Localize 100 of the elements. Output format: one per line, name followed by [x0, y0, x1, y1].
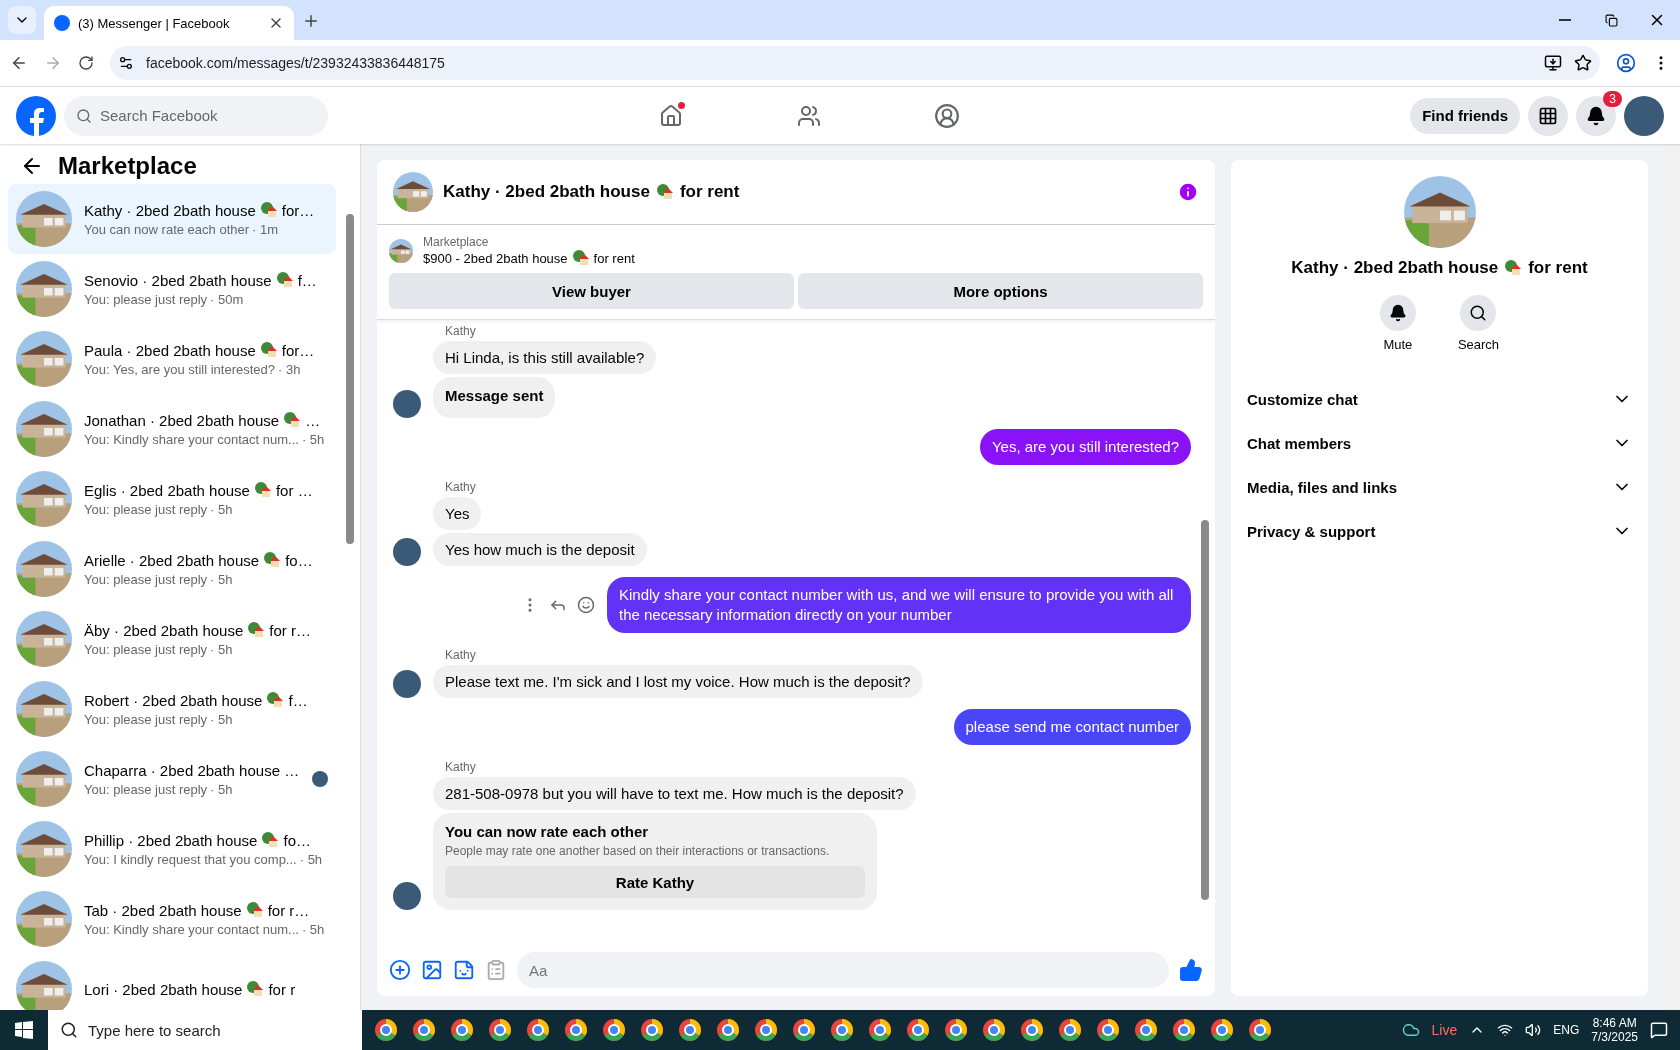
conversation-item[interactable]: Paula · 2bed 2bath house for… You: Yes, are you still interested? · 3h	[8, 324, 336, 394]
plus-icon[interactable]	[389, 959, 411, 981]
house-photo	[16, 611, 72, 667]
browser-app-icon	[564, 1018, 588, 1042]
group-icon	[934, 102, 961, 129]
reload-button[interactable]	[78, 55, 94, 71]
house-photo	[16, 751, 72, 807]
menu-button[interactable]	[1528, 95, 1568, 136]
details-section[interactable]: Privacy & support	[1247, 509, 1632, 553]
conversation-time: · 3h	[278, 362, 301, 377]
restore-icon	[1604, 13, 1618, 27]
details-section[interactable]: Customize chat	[1247, 377, 1632, 421]
search-field[interactable]: Search Facebook	[64, 95, 328, 136]
conversation-preview: You: Kindly share your contact num...	[84, 922, 299, 937]
conversation-title: Arielle · 2bed 2bath house	[84, 551, 260, 569]
conversation-title: Chaparra · 2bed 2bath house …	[84, 761, 300, 779]
browser-app-icon	[602, 1018, 626, 1042]
browser-app-icon	[792, 1018, 816, 1042]
conversation-time: · 50m	[210, 292, 244, 307]
conversation-title-end: fo…	[285, 551, 313, 569]
house-photo	[16, 471, 72, 527]
bell-icon	[1388, 304, 1407, 322]
page-scrollbar[interactable]	[1664, 144, 1680, 1010]
message-field[interactable]: Aa	[517, 952, 1169, 988]
browser-app-icon	[1096, 1018, 1120, 1042]
conversation-item[interactable]: Kathy · 2bed 2bath house for… You can now rate each other · 1m	[8, 184, 336, 254]
taskbar-search-field[interactable]: Type here to search	[48, 1010, 362, 1050]
rating-title: You can now rate each other	[445, 823, 650, 840]
clock-date: 7/3/2025	[1591, 1030, 1638, 1044]
install-app-icon[interactable]	[1544, 54, 1562, 72]
conversation-title: Phillip · 2bed 2bath house	[84, 831, 258, 849]
conversation-item[interactable]: Tab · 2bed 2bath house for r… You: Kindly share your contact num... · 5h	[8, 884, 336, 954]
like-icon[interactable]	[1179, 958, 1203, 982]
conversation-time: · 5h	[210, 712, 233, 727]
bookmark-star-icon[interactable]	[1574, 54, 1592, 72]
browser-app-icon	[944, 1018, 968, 1042]
search-button[interactable]: Search	[1451, 294, 1506, 353]
conversation-preview: You: Kindly share your contact num...	[84, 432, 299, 447]
browser-app-icon	[1058, 1018, 1082, 1042]
conversation-time: · 5h	[299, 852, 323, 867]
house-photo	[16, 961, 72, 1010]
tab-list-button[interactable]	[8, 6, 36, 34]
back-button[interactable]	[10, 54, 28, 72]
site-settings-icon[interactable]	[118, 55, 134, 71]
conversation-item[interactable]: Robert · 2bed 2bath house f… You: please just reply · 5h	[8, 674, 336, 744]
taskbar-search-placeholder: Type here to search	[88, 1021, 221, 1039]
listing-title: $900 - 2bed 2bath house	[423, 250, 568, 266]
sender-avatar	[393, 882, 421, 910]
browser-app-icon	[830, 1018, 854, 1042]
browser-app-icon	[868, 1018, 892, 1042]
weather-icon[interactable]	[1401, 1021, 1420, 1039]
listing-title-end: for rent	[593, 250, 635, 266]
conversation-preview: You: please just reply	[84, 502, 208, 517]
conversation-item[interactable]: Äby · 2bed 2bath house for r… You: please just reply · 5h	[8, 604, 336, 674]
outgoing-message: please send me contact number	[953, 709, 1191, 745]
notifications-icon[interactable]	[1650, 1021, 1668, 1039]
browser-app-icon	[450, 1018, 474, 1042]
conversation-preview: You: I kindly request that you comp...	[84, 852, 297, 867]
browser-app-icon	[754, 1018, 778, 1042]
photo-icon[interactable]	[421, 959, 443, 981]
address-bar[interactable]: facebook.com/messages/t/23932433836448175	[110, 46, 1600, 80]
reload-icon	[78, 55, 94, 71]
notifications-button[interactable]	[1576, 95, 1616, 136]
conversation-time: · 5h	[301, 432, 325, 447]
conversation-item[interactable]: Phillip · 2bed 2bath house fo… You: I kindly request that you comp... · 5h	[8, 814, 336, 884]
house-photo	[16, 261, 72, 317]
chat-scrollbar-thumb[interactable]	[1201, 520, 1209, 900]
scrollbar-thumb[interactable]	[346, 214, 354, 544]
sender-name: Kathy	[445, 324, 477, 338]
house-photo	[16, 681, 72, 737]
conversation-title-end: for…	[281, 341, 315, 359]
browser-tab[interactable]: (3) Messenger | Facebook	[44, 6, 294, 40]
react-icon[interactable]	[577, 596, 595, 614]
conversation-item[interactable]: Jonathan · 2bed 2bath house … You: Kindly share your contact num... · 5h	[8, 394, 336, 464]
conversation-item[interactable]: Chaparra · 2bed 2bath house … You: please just reply · 5h	[8, 744, 336, 814]
browser-app-icon	[1210, 1018, 1234, 1042]
network-icon[interactable]	[1497, 1022, 1514, 1038]
find-friends-button[interactable]: Find friends	[1410, 97, 1520, 134]
info-icon[interactable]	[1177, 181, 1199, 203]
details-section[interactable]: Media, files and links	[1247, 465, 1632, 509]
conversation-preview: You: Yes, are you still interested?	[84, 362, 276, 377]
mute-button[interactable]: Mute	[1373, 294, 1422, 353]
new-tab-button[interactable]	[302, 12, 320, 30]
plus-icon	[302, 12, 320, 30]
conversation-item[interactable]: Arielle · 2bed 2bath house fo… You: please just reply · 5h	[8, 534, 336, 604]
volume-icon[interactable]	[1525, 1022, 1542, 1038]
weather-label: Live	[1431, 1022, 1458, 1038]
profile-icon[interactable]	[1616, 53, 1636, 73]
conversation-item[interactable]: Senovio · 2bed 2bath house f… You: please just reply · 50m	[8, 254, 336, 324]
sticker-icon[interactable]	[453, 959, 475, 981]
conversation-item[interactable]: Eglis · 2bed 2bath house for … You: please just reply · 5h	[8, 464, 336, 534]
listing-action-button[interactable]: View buyer	[389, 273, 794, 309]
facebook-logo[interactable]	[16, 95, 56, 136]
browser-app-icon	[640, 1018, 664, 1042]
listing-action-button[interactable]: More options	[798, 273, 1203, 309]
sender-name: Kathy	[445, 480, 477, 494]
details-section[interactable]: Chat members	[1247, 421, 1632, 465]
rate-button[interactable]: Rate Kathy	[445, 866, 865, 898]
clock-time: 8:46 AM	[1592, 1016, 1637, 1030]
conversation-title-end: fo…	[283, 831, 311, 849]
